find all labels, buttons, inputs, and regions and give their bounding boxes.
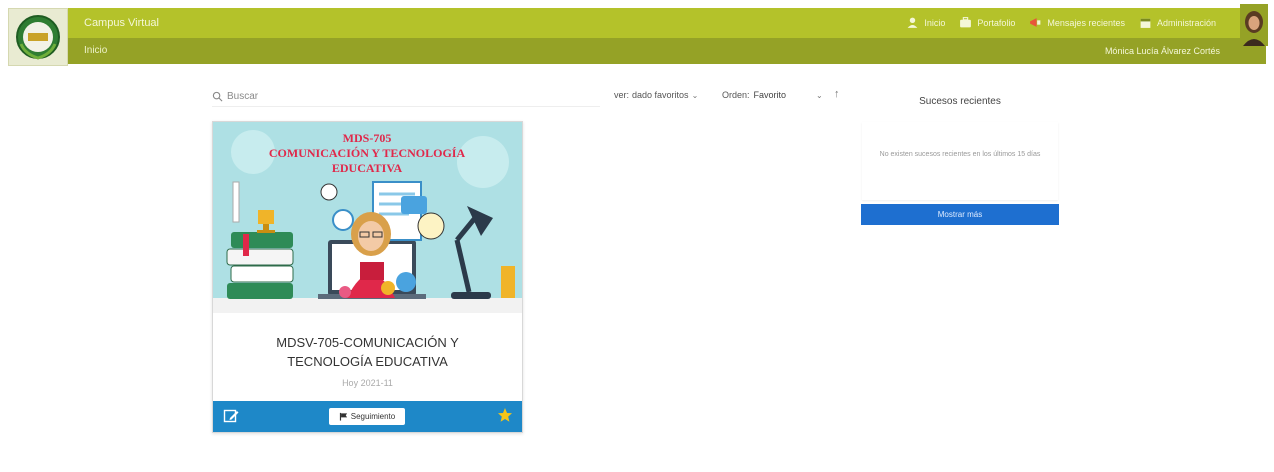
recent-events-panel: No existen sucesos recientes en los últi… [862, 122, 1058, 200]
course-card-footer: Seguimiento [213, 401, 522, 432]
course-title[interactable]: MDSV-705-COMUNICACIÓN Y TECNOLOGÍA EDUCA… [213, 333, 522, 371]
search-icon [212, 91, 223, 102]
banner-line-2: COMUNICACIÓN Y TECNOLOGÍA [269, 146, 466, 160]
nav-label: Inicio [924, 17, 946, 28]
breadcrumb[interactable]: Inicio [84, 45, 107, 56]
scope-value: dado favoritos [632, 90, 689, 100]
nav-item-mensajes[interactable]: Mensajes recientes [1029, 16, 1125, 29]
institution-logo[interactable] [8, 8, 68, 66]
search-field[interactable]: Buscar [212, 87, 600, 107]
top-navbar: Campus Virtual Inicio Portafolio Mensaje… [68, 8, 1266, 38]
nav-item-portafolio[interactable]: Portafolio [959, 16, 1015, 29]
calendar-icon [1140, 18, 1151, 28]
brand-name[interactable]: Campus Virtual [84, 17, 159, 29]
chevron-down-icon: ⌄ [691, 90, 699, 100]
nav-item-administracion[interactable]: Administración [1139, 16, 1216, 29]
follow-label: Seguimiento [350, 412, 396, 421]
course-banner-image[interactable]: MDS-705 COMUNICACIÓN Y TECNOLOGÍA EDUCAT… [213, 122, 522, 313]
order-label: Orden: [722, 90, 750, 100]
page: Campus Virtual Inicio Portafolio Mensaje… [0, 0, 1274, 472]
scope-filter-dropdown[interactable]: ver: dado favoritos ⌄ [614, 90, 698, 100]
nav-label: Administración [1156, 17, 1216, 28]
star-icon[interactable] [497, 407, 513, 423]
bullhorn-icon [1030, 18, 1041, 27]
scope-label: ver: [614, 90, 630, 100]
recent-events-empty-message: No existen sucesos recientes en los últi… [879, 151, 1041, 158]
order-dropdown[interactable]: Orden: Favorito ⌄ [722, 90, 823, 100]
breadcrumb-bar: Inicio Mónica Lucía Álvarez Cortés [68, 38, 1266, 64]
briefcase-icon [960, 17, 972, 28]
course-subtitle: Hoy 2021-11 [342, 378, 393, 388]
edit-icon[interactable] [223, 408, 239, 424]
top-nav-menu: Inicio Portafolio Mensajes recientes Adm… [906, 16, 1216, 29]
banner-line-1: MDS-705 [343, 131, 392, 145]
chevron-down-icon: ⌄ [816, 90, 823, 100]
show-more-button[interactable]: Mostrar más [861, 204, 1059, 225]
recent-events-title: Sucesos recientes [919, 96, 1001, 107]
logo-emblem-icon [16, 15, 60, 60]
banner-line-3: EDUCATIVA [332, 161, 403, 175]
avatar-photo-icon [1240, 4, 1268, 46]
course-illustration: MDS-705 COMUNICACIÓN Y TECNOLOGÍA EDUCAT… [213, 122, 522, 313]
follow-button[interactable]: Seguimiento [329, 408, 405, 425]
course-card[interactable]: MDS-705 COMUNICACIÓN Y TECNOLOGÍA EDUCAT… [212, 121, 523, 433]
avatar[interactable] [1240, 4, 1268, 46]
sort-direction-button[interactable]: ↑ [834, 88, 840, 100]
flag-icon [339, 412, 347, 421]
nav-item-inicio[interactable]: Inicio [906, 16, 945, 29]
user-icon [908, 17, 918, 28]
search-placeholder: Buscar [227, 91, 259, 102]
user-name[interactable]: Mónica Lucía Álvarez Cortés [1105, 46, 1220, 56]
nav-label: Mensajes recientes [1047, 17, 1125, 28]
order-value: Favorito [753, 90, 787, 100]
nav-label: Portafolio [977, 17, 1016, 28]
